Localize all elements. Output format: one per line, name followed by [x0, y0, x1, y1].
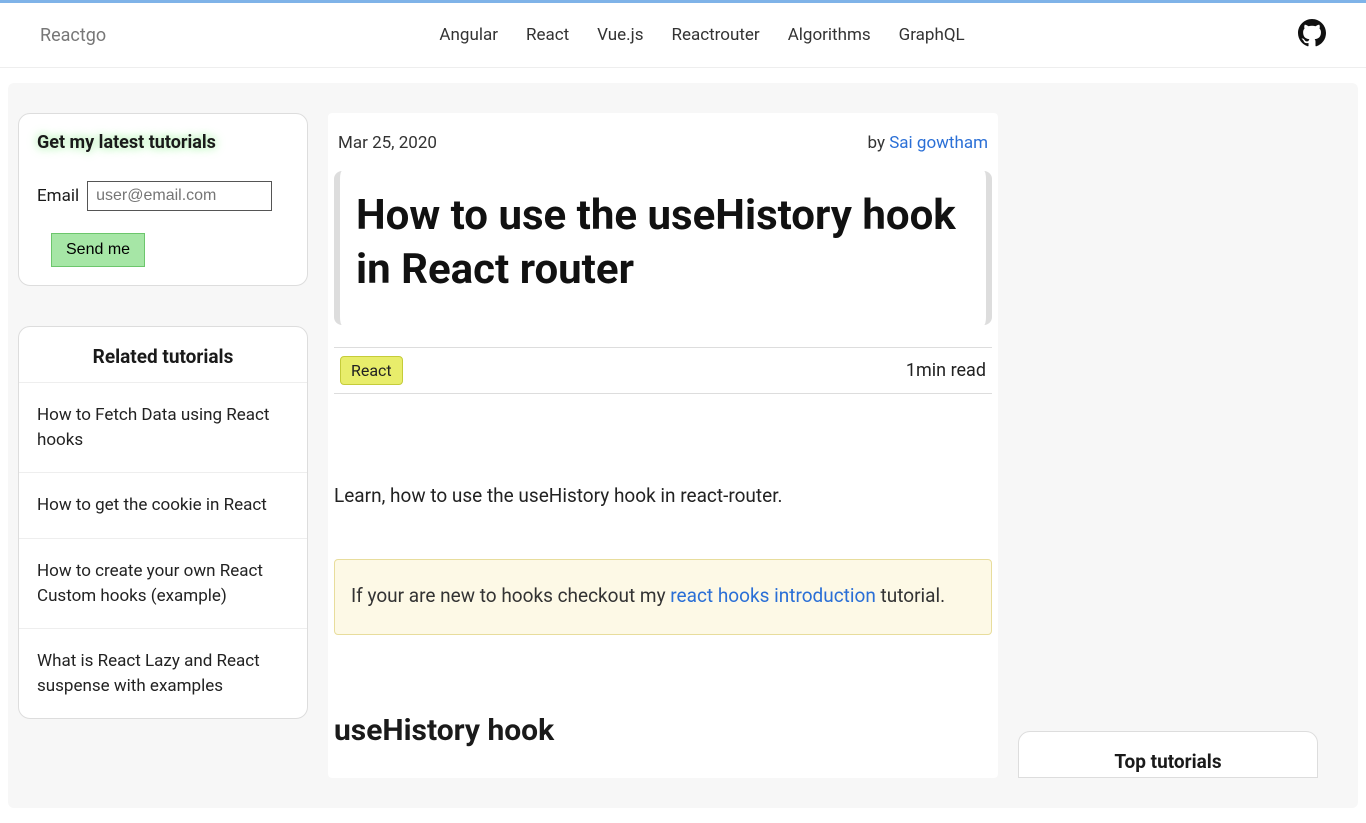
send-button[interactable]: Send me	[51, 233, 145, 267]
tag-row: React 1min read	[334, 347, 992, 394]
related-item[interactable]: How to get the cookie in React	[19, 472, 307, 538]
nav-reactrouter[interactable]: Reactrouter	[671, 25, 759, 45]
article-meta: Mar 25, 2020 by Sai gowtham	[328, 133, 998, 161]
related-item[interactable]: What is React Lazy and React suspense wi…	[19, 628, 307, 718]
email-field[interactable]	[87, 181, 272, 211]
callout-text-before: If your are new to hooks checkout my	[351, 584, 670, 607]
article-lead: Learn, how to use the useHistory hook in…	[334, 484, 992, 507]
newsletter-title: Get my latest tutorials	[37, 132, 289, 153]
article-byline: by Sai gowtham	[867, 133, 988, 153]
newsletter-box: Get my latest tutorials Email Send me	[18, 113, 308, 286]
right-sidebar: Top tutorials	[1018, 113, 1318, 778]
related-tutorials-box: Related tutorials How to Fetch Data usin…	[18, 326, 308, 719]
top-tutorials-box: Top tutorials	[1018, 731, 1318, 778]
nav-react[interactable]: React	[526, 25, 569, 45]
related-item[interactable]: How to Fetch Data using React hooks	[19, 382, 307, 472]
nav-algorithms[interactable]: Algorithms	[788, 25, 871, 45]
nav-angular[interactable]: Angular	[439, 25, 498, 45]
topic-tag[interactable]: React	[340, 356, 403, 385]
left-sidebar: Get my latest tutorials Email Send me Re…	[18, 113, 308, 719]
callout-box: If your are new to hooks checkout my rea…	[334, 559, 992, 635]
site-header: Reactgo Angular React Vue.js Reactrouter…	[0, 3, 1366, 68]
nav-graphql[interactable]: GraphQL	[899, 25, 965, 45]
github-icon	[1298, 19, 1326, 47]
article-main: Mar 25, 2020 by Sai gowtham How to use t…	[328, 113, 998, 778]
newsletter-row: Email	[37, 181, 289, 211]
article-title: How to use the useHistory hook in React …	[356, 189, 970, 297]
article-date: Mar 25, 2020	[338, 133, 437, 153]
section-heading: useHistory hook	[334, 713, 992, 748]
related-item[interactable]: How to create your own React Custom hook…	[19, 538, 307, 628]
author-link[interactable]: Sai gowtham	[889, 133, 988, 153]
by-prefix: by	[867, 133, 889, 153]
callout-link[interactable]: react hooks introduction	[670, 584, 876, 607]
top-tutorials-title: Top tutorials	[1029, 750, 1307, 773]
nav-vuejs[interactable]: Vue.js	[597, 25, 643, 45]
github-link[interactable]	[1298, 19, 1326, 51]
article-title-wrap: How to use the useHistory hook in React …	[334, 171, 992, 325]
related-title: Related tutorials	[19, 327, 307, 382]
callout-text-after: tutorial.	[876, 584, 945, 607]
read-time: 1min read	[906, 360, 986, 381]
page-body: Get my latest tutorials Email Send me Re…	[8, 83, 1358, 808]
email-label: Email	[37, 186, 79, 206]
site-logo[interactable]: Reactgo	[40, 25, 106, 46]
main-nav: Angular React Vue.js Reactrouter Algorit…	[439, 25, 964, 45]
